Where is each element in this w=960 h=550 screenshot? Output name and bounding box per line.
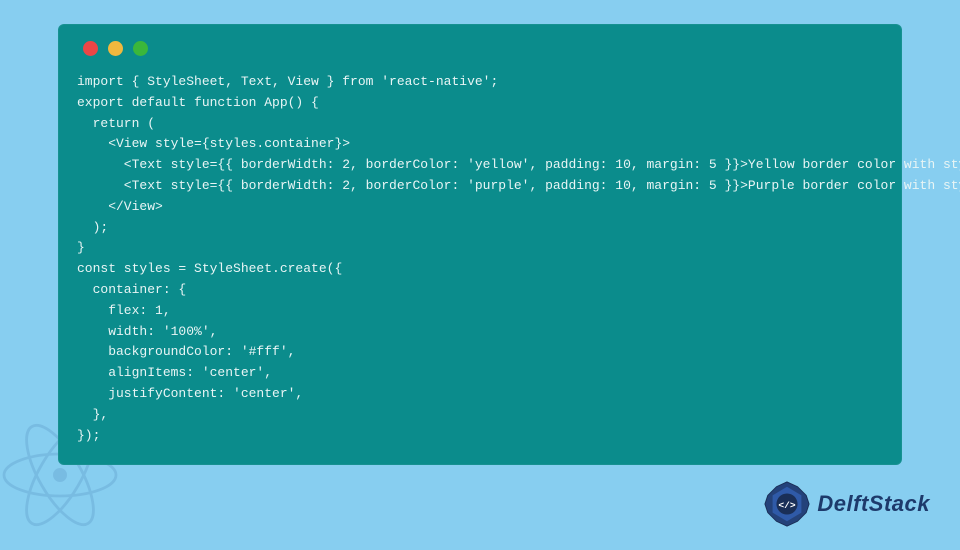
- close-icon[interactable]: [83, 41, 98, 56]
- code-block: import { StyleSheet, Text, View } from '…: [77, 72, 883, 446]
- window-controls: [83, 41, 883, 56]
- minimize-icon[interactable]: [108, 41, 123, 56]
- code-window: import { StyleSheet, Text, View } from '…: [58, 24, 902, 465]
- logo-badge-icon: </>: [763, 480, 811, 528]
- brand-name: DelftStack: [817, 491, 930, 517]
- brand-logo: </> DelftStack: [763, 480, 930, 528]
- maximize-icon[interactable]: [133, 41, 148, 56]
- svg-text:</>: </>: [779, 500, 796, 511]
